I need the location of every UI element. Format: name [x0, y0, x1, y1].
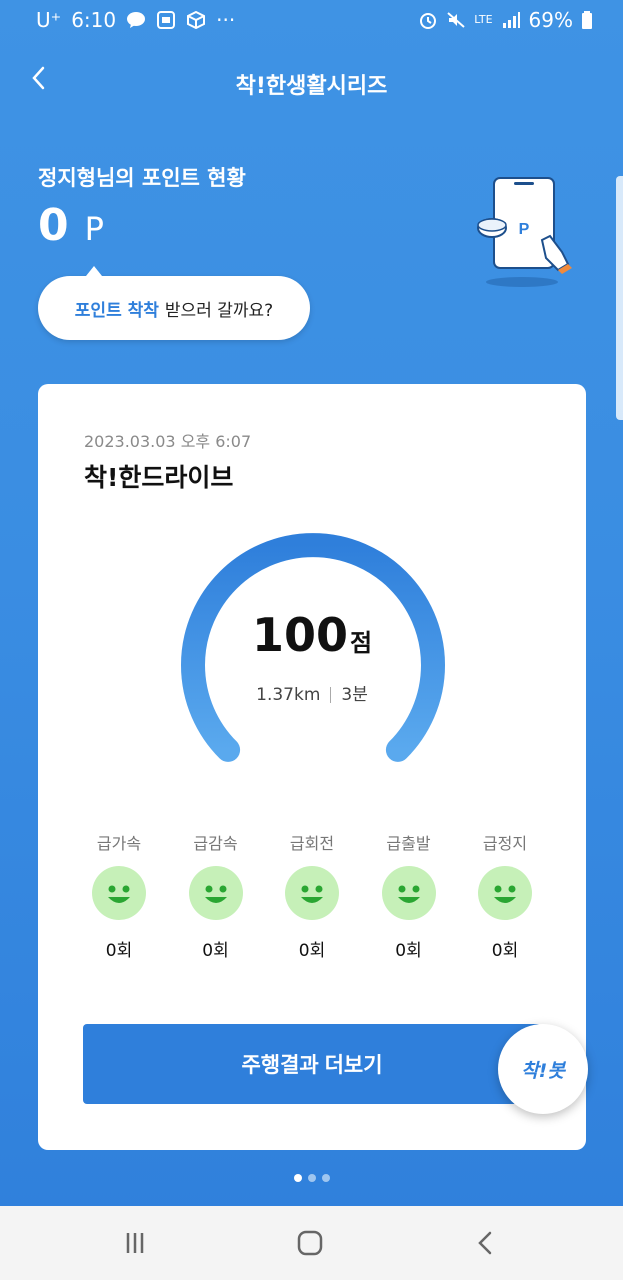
event-count: 0회: [202, 941, 229, 961]
mute-icon: [447, 12, 465, 28]
points-owner-label: 정지형님의 포인트 현황: [38, 166, 246, 190]
drive-result-card: 2023.03.03 오후 6:07 착!한드라이브 100점 1.37km 3분…: [38, 384, 586, 1150]
home-icon[interactable]: [295, 1228, 325, 1258]
app-icon: [157, 11, 176, 29]
status-bar: U⁺ 6:10 ··· LTE 69%: [0, 0, 623, 40]
chatbot-label: 착!봇: [521, 1059, 565, 1082]
drive-distance: 1.37km: [256, 685, 321, 705]
page-dot[interactable]: [307, 1174, 316, 1182]
app-header: 착!한생활시리즈: [0, 58, 623, 102]
event-count: 0회: [491, 941, 519, 961]
smiley-face-icon: [92, 866, 146, 920]
stats-divider: [330, 687, 332, 703]
score-value: 100: [251, 608, 348, 662]
network-type: LTE: [474, 13, 493, 26]
status-right: LTE 69%: [418, 8, 593, 32]
smiley-face-icon: [285, 866, 339, 920]
event-rapid-acceleration: 급가속 0회: [84, 830, 154, 961]
box-icon: [187, 11, 206, 29]
chatbot-fab[interactable]: 착!봇: [498, 1024, 588, 1114]
score-unit: 점: [349, 629, 373, 657]
promo-text: 받으러 갈까요?: [164, 300, 274, 321]
driving-events: 급가속 0회 급감속 0회 급회전 0회 급출발 0회 급정지 0회: [84, 830, 540, 961]
drive-date: 2023.03.03 오후 6:07: [84, 432, 252, 451]
page-dot-active[interactable]: [293, 1174, 302, 1182]
system-navigation-bar: [0, 1206, 623, 1280]
page-dot[interactable]: [321, 1174, 330, 1182]
alarm-icon: [420, 13, 437, 29]
page-title: 착!한생활시리즈: [235, 74, 388, 99]
status-left: U⁺ 6:10 ···: [36, 8, 235, 32]
smiley-face-icon: [188, 866, 243, 920]
point-promo-bubble[interactable]: 포인트 착착 받으러 갈까요?: [38, 266, 310, 340]
event-sudden-stop: 급정지 0회: [470, 830, 540, 961]
event-sharp-turn: 급회전 0회: [277, 830, 347, 961]
event-count: 0회: [298, 941, 326, 961]
battery-icon: [582, 11, 592, 29]
points-value: 0: [38, 200, 69, 251]
event-count: 0회: [105, 941, 133, 961]
signal-icon: [502, 12, 520, 28]
event-sudden-start: 급출발 0회: [374, 830, 444, 961]
event-label: 급감속: [193, 834, 238, 853]
recent-apps-icon[interactable]: [120, 1228, 150, 1258]
page-indicator: [0, 1174, 623, 1182]
smiley-face-icon: [381, 866, 436, 920]
points-unit: P: [84, 210, 104, 248]
illustration-badge: P: [519, 221, 530, 238]
carrier-label: U⁺: [36, 8, 62, 32]
battery-percent: 69%: [528, 8, 573, 32]
promo-highlight: 포인트 착착: [74, 300, 159, 321]
drive-title: 착!한드라이브: [84, 463, 234, 492]
drive-duration: 3분: [341, 685, 368, 705]
points-balance: 0 P: [38, 200, 104, 251]
more-notifications: ···: [216, 8, 236, 32]
event-label: 급출발: [386, 834, 431, 853]
phone-tap-illustration: P: [477, 177, 572, 287]
notification-icons: [126, 11, 206, 29]
page-scrollbar[interactable]: [616, 176, 623, 420]
smiley-face-icon: [478, 866, 532, 920]
event-label: 급정지: [482, 834, 528, 853]
event-count: 0회: [395, 941, 422, 961]
event-rapid-deceleration: 급감속 0회: [181, 830, 251, 961]
event-label: 급가속: [96, 834, 142, 853]
clock: 6:10: [71, 8, 117, 32]
view-more-results-button[interactable]: 주행결과 더보기: [83, 1024, 541, 1104]
talk-icon: [127, 12, 146, 28]
score-display: 100점: [38, 608, 586, 662]
drive-stats: 1.37km 3분: [38, 680, 586, 705]
event-label: 급회전: [289, 834, 335, 853]
back-icon[interactable]: [470, 1228, 500, 1258]
